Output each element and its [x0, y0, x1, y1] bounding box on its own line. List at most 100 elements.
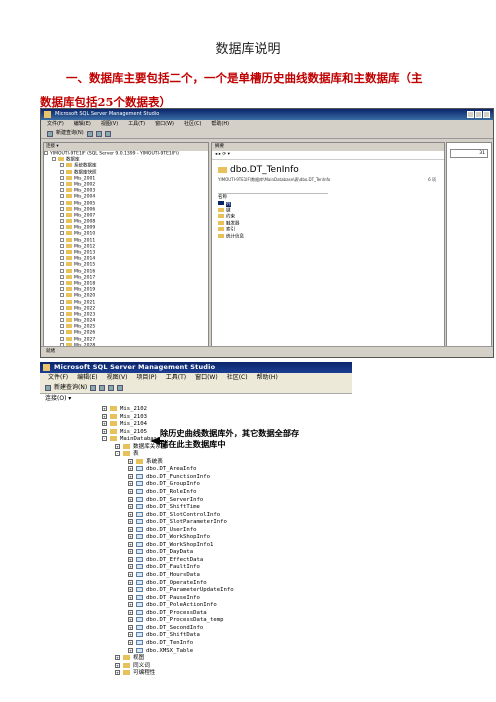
expand-icon[interactable] — [60, 219, 64, 224]
expand-icon[interactable] — [60, 274, 64, 279]
expand-icon[interactable] — [60, 231, 64, 236]
menu-item[interactable]: 工具(T) — [128, 120, 145, 129]
expand-icon[interactable] — [60, 336, 64, 341]
expand-icon[interactable]: + — [128, 519, 133, 525]
tree-node[interactable]: + dbo.DT_ShiftData — [102, 632, 342, 640]
close-icon[interactable] — [483, 111, 490, 118]
expand-icon[interactable]: + — [115, 662, 120, 668]
menu-item[interactable]: 文件(F) — [48, 373, 68, 383]
new-query-button[interactable]: 新建查询(N) — [54, 383, 87, 393]
collapse-icon[interactable]: - — [102, 436, 107, 442]
tree-node[interactable]: + dbo.DT_ShiftTime — [102, 504, 342, 512]
maximize-icon[interactable] — [475, 111, 482, 118]
expand-icon[interactable] — [60, 188, 64, 193]
expand-icon[interactable]: + — [115, 655, 120, 661]
menu-item[interactable]: 视图(V) — [107, 373, 128, 383]
open-icon[interactable] — [90, 385, 97, 391]
tree-node[interactable]: + 系统表 — [102, 458, 342, 467]
expand-icon[interactable] — [60, 330, 64, 335]
tree-node[interactable]: + dbo.DT_SlotControlInfo — [102, 511, 342, 520]
menu-item[interactable]: 帮助(H) — [257, 373, 278, 383]
expand-icon[interactable] — [60, 268, 64, 273]
tree-node[interactable]: + dbo.DT_TenInfo — [102, 639, 342, 648]
tree-node[interactable]: + dbo.DT_WorkShopInfo — [102, 534, 342, 542]
expand-icon[interactable]: + — [128, 473, 133, 479]
tree-node[interactable]: -表 — [102, 451, 342, 459]
tree-node[interactable]: + dbo.DT_ParameterUpdateInfo — [102, 587, 342, 595]
tree-node[interactable]: + dbo.DT_ServerInfo — [102, 496, 342, 505]
copy-icon[interactable] — [104, 130, 111, 137]
expand-icon[interactable] — [60, 237, 64, 242]
expand-icon[interactable]: + — [128, 504, 133, 510]
save-icon[interactable] — [99, 385, 106, 391]
print-icon[interactable] — [108, 385, 115, 391]
expand-icon[interactable]: + — [128, 647, 133, 653]
tree-node[interactable]: + dbo.DT_HoursData — [102, 572, 342, 580]
explorer-connect-bar[interactable]: 连接 ▾ — [44, 143, 208, 151]
copy-icon[interactable] — [117, 385, 124, 391]
expand-icon[interactable] — [60, 256, 64, 261]
menu-item[interactable]: 窗口(W) — [155, 120, 174, 129]
expand-icon[interactable] — [60, 280, 64, 285]
expand-icon[interactable]: + — [128, 511, 133, 517]
tree-node[interactable]: + dbo.DT_FaultInfo — [102, 564, 342, 572]
tree-node[interactable]: + dbo.DT_DayData — [102, 549, 342, 557]
expand-icon[interactable] — [60, 311, 64, 316]
tree-node[interactable]: + dbo.DT_PauseInfo — [102, 594, 342, 603]
menu-item[interactable]: 窗口(W) — [195, 373, 218, 383]
tree-node[interactable]: + dbo.DT_RoleInfo — [102, 489, 342, 497]
expand-icon[interactable]: + — [128, 632, 133, 638]
menu-item[interactable]: 编辑(E) — [77, 373, 97, 383]
expand-icon[interactable]: + — [128, 624, 133, 630]
menu-item[interactable]: 项目(P) — [136, 373, 156, 383]
expand-icon[interactable]: + — [128, 594, 133, 600]
minimize-icon[interactable] — [467, 111, 474, 118]
tree-node[interactable]: + 视图 — [102, 655, 342, 663]
expand-icon[interactable]: + — [128, 639, 133, 645]
expand-icon[interactable]: + — [128, 572, 133, 578]
expand-icon[interactable] — [60, 250, 64, 254]
expand-icon[interactable]: + — [128, 489, 133, 495]
menu-item[interactable]: 帮助(H) — [211, 120, 229, 129]
tree-node[interactable]: + dbo.DT_FunctionInfo — [102, 473, 342, 482]
tab-summary[interactable]: 摘要 — [212, 143, 444, 151]
collapse-icon[interactable] — [44, 151, 48, 155]
expand-icon[interactable]: + — [128, 556, 133, 562]
expand-icon[interactable] — [60, 318, 64, 323]
expand-icon[interactable]: + — [128, 579, 133, 585]
tree-node[interactable]: + dbo.DT_UserInfo — [102, 526, 342, 535]
menu-item[interactable]: 编辑(E) — [74, 120, 91, 129]
tree-node[interactable]: + dbo.DT_EffectData — [102, 556, 342, 565]
tree-node[interactable]: + dbo.DT_SlotParameterInfo — [102, 519, 342, 527]
expand-icon[interactable] — [60, 181, 64, 186]
expand-icon[interactable]: + — [128, 466, 133, 472]
tree-node[interactable]: + dbo.DT_PoleActionInfo — [102, 602, 342, 610]
side-dropdown[interactable]: 31 — [450, 149, 488, 158]
expand-icon[interactable] — [60, 293, 64, 298]
tree-node[interactable]: + dbo.DT_AreaInfo — [102, 466, 342, 474]
expand-icon[interactable]: + — [102, 413, 107, 419]
expand-icon[interactable] — [60, 200, 64, 205]
new-query-icon[interactable] — [47, 130, 53, 137]
expand-icon[interactable]: + — [128, 549, 133, 555]
expand-icon[interactable]: + — [128, 609, 133, 615]
tree-node[interactable]: + dbo.DT_ProcessData — [102, 609, 342, 618]
expand-icon[interactable] — [60, 206, 64, 211]
save-icon[interactable] — [95, 130, 102, 137]
menu-item[interactable]: 社区(C) — [227, 373, 248, 383]
expand-icon[interactable] — [60, 212, 64, 217]
expand-icon[interactable] — [60, 243, 64, 248]
tree-node[interactable]: + dbo.DT_SecondInfo — [102, 624, 342, 633]
expand-icon[interactable]: + — [115, 670, 120, 676]
tree-node[interactable]: + dbo.DT_ProcessData_temp — [102, 617, 342, 625]
expand-icon[interactable] — [60, 299, 64, 304]
expand-icon[interactable]: + — [128, 564, 133, 570]
tree-node[interactable]: + dbo.DT_OperateInfo — [102, 579, 342, 588]
expand-icon[interactable] — [60, 324, 64, 329]
expand-icon[interactable]: + — [128, 481, 133, 487]
tree-node[interactable]: + dbo.DT_WorkShopInfo1 — [102, 541, 342, 550]
open-icon[interactable] — [86, 130, 93, 137]
expand-icon[interactable]: + — [128, 541, 133, 547]
expand-icon[interactable] — [60, 225, 64, 230]
tree-node[interactable]: + Mis_2103 — [102, 413, 342, 422]
